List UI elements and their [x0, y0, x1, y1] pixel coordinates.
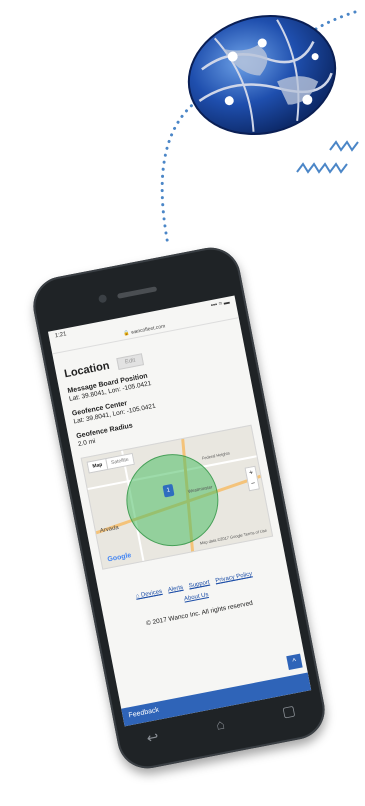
footer-link-privacy[interactable]: Privacy Policy: [215, 571, 253, 584]
globe-icon: [187, 14, 337, 136]
earpiece-speaker: [117, 286, 158, 299]
footer-link-alerts[interactable]: Alerts: [167, 585, 183, 594]
front-camera: [97, 294, 108, 304]
signal-wave-icon: [329, 140, 359, 152]
recent-apps-icon[interactable]: ▢: [281, 702, 297, 721]
google-logo: Google: [106, 552, 132, 564]
map-toggle-map[interactable]: Map: [88, 459, 108, 472]
scroll-top-button[interactable]: ^: [286, 653, 303, 671]
map-attribution[interactable]: Map data ©2017 Google Terms of Use: [199, 528, 267, 546]
edit-button[interactable]: Edit: [116, 353, 145, 371]
map-toggle-satellite[interactable]: Satellite: [105, 454, 134, 469]
status-signal-icon: ▪▪▪ ≈ ▬: [210, 299, 231, 310]
footer-link-support[interactable]: Support: [188, 580, 210, 590]
back-icon[interactable]: ↩: [145, 728, 160, 747]
map-zoom-control[interactable]: + −: [244, 465, 260, 492]
map-place-label: Arvada: [99, 524, 120, 535]
map-type-toggle[interactable]: Map Satellite: [86, 452, 135, 474]
map-pin-icon[interactable]: 1: [162, 483, 175, 498]
map-place-label: Federal Heights: [201, 450, 231, 461]
status-time: 1:21: [54, 331, 68, 340]
geofence-map[interactable]: 1 Map Satellite Arvada Westminster Feder…: [80, 424, 274, 570]
home-icon[interactable]: ⌂: [215, 715, 227, 733]
signal-wave-icon: [296, 162, 348, 174]
page-content: Location Edit Message Board Position Lat…: [52, 318, 293, 635]
footer-link-devices[interactable]: ⌂ Devices: [135, 589, 162, 600]
location-title: Location: [63, 359, 111, 381]
zoom-out-button[interactable]: −: [248, 478, 259, 491]
